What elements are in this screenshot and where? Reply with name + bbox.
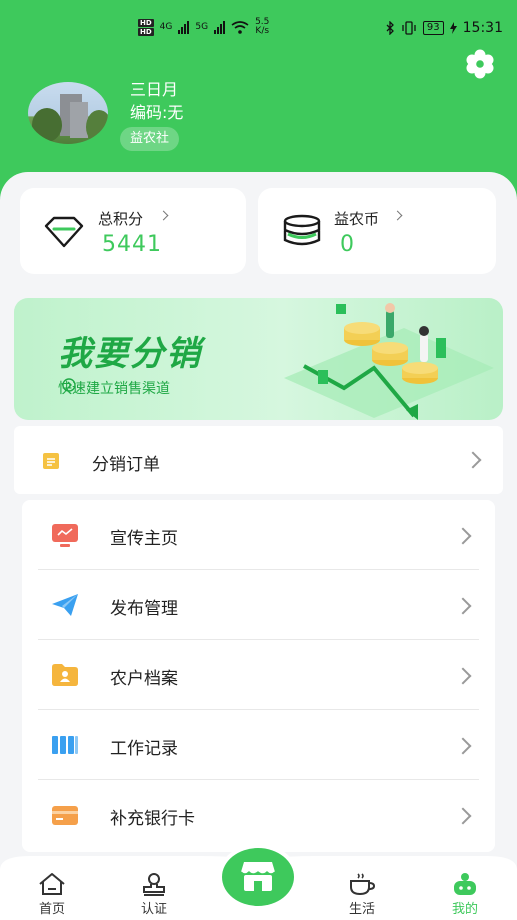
user-name: 三日月 — [130, 80, 179, 99]
menu-item-work-records[interactable]: 工作记录 — [22, 710, 495, 780]
store-icon — [240, 862, 276, 891]
coins-label: 益农币 — [334, 210, 380, 228]
hd-badge: HD — [138, 18, 154, 27]
distribution-orders-row[interactable]: 分销订单 — [14, 426, 503, 494]
menu-item-label: 发布管理 — [110, 599, 178, 619]
user-code: 编码:无 — [130, 103, 184, 122]
paper-plane-icon — [52, 594, 78, 616]
tab-home[interactable]: 首页 — [22, 872, 82, 920]
charging-icon — [449, 22, 457, 34]
status-bar: HD HD 4G 5G 5.5 K/s 93 15:31 — [0, 18, 517, 44]
coins-card[interactable]: 益农币 0 — [258, 188, 496, 274]
robot-face-icon — [454, 873, 476, 895]
menu-item-label: 补充银行卡 — [110, 809, 195, 829]
bank-card-icon — [52, 806, 78, 825]
chevron-right-icon — [454, 667, 472, 685]
chevron-right-icon — [464, 451, 482, 469]
orders-label: 分销订单 — [92, 455, 160, 475]
diamond-icon — [44, 216, 84, 248]
chevron-right-icon — [454, 737, 472, 755]
stamp-icon — [143, 873, 165, 896]
menu-item-farmer-archives[interactable]: 农户档案 — [22, 640, 495, 710]
banner-subtitle: 快速建立销售渠道 — [58, 378, 170, 398]
coins-value: 0 — [340, 232, 355, 257]
tab-mine[interactable]: 我的 — [435, 872, 495, 920]
chevron-right-icon — [454, 527, 472, 545]
tab-certify[interactable]: 认证 — [124, 872, 184, 920]
chevron-right-icon — [454, 597, 472, 615]
signal-icon — [214, 20, 226, 34]
network-type: 4G — [159, 22, 173, 32]
menu-item-label: 宣传主页 — [110, 529, 178, 549]
chevron-right-icon — [454, 807, 472, 825]
points-label: 总积分 — [98, 210, 144, 228]
settings-gear-icon[interactable] — [464, 48, 496, 80]
wifi-icon — [231, 20, 249, 34]
user-tag-badge: 益农社 — [120, 127, 180, 151]
avatar[interactable] — [28, 82, 108, 144]
coin-stack-icon — [283, 214, 321, 246]
banner-title: 我要分销 — [58, 334, 202, 374]
menu-item-add-bank-card[interactable]: 补充银行卡 — [22, 780, 495, 850]
menu-item-label: 工作记录 — [110, 739, 178, 759]
coins-chevron-icon — [392, 210, 403, 221]
center-shop-button[interactable] — [222, 848, 294, 906]
distribution-banner[interactable]: 我要分销 快速建立销售渠道 — [14, 298, 503, 420]
network-type: 5G — [195, 22, 209, 32]
tab-label: 生活 — [348, 902, 375, 917]
signal-icon — [178, 20, 190, 34]
vibrate-icon — [402, 21, 416, 35]
hd-badge: HD — [138, 27, 154, 36]
bluetooth-icon — [386, 21, 394, 35]
order-icon — [43, 453, 59, 469]
menu-item-promotion-homepage[interactable]: 宣传主页 — [22, 500, 495, 570]
books-icon — [52, 736, 78, 754]
arrow-circle-right-icon — [62, 378, 76, 392]
network-indicators: HD HD 4G 5G 5.5 K/s — [138, 18, 269, 36]
points-chevron-icon — [158, 210, 169, 221]
function-menu: 宣传主页 发布管理 农户档案 工作记录 补充银行卡 — [22, 500, 495, 852]
menu-item-label: 农户档案 — [110, 669, 178, 689]
folder-user-icon — [52, 664, 78, 686]
clock: 15:31 — [462, 20, 503, 36]
tab-label: 认证 — [140, 902, 167, 917]
points-value: 5441 — [102, 232, 162, 257]
home-icon — [39, 873, 65, 895]
tab-label: 我的 — [451, 902, 478, 917]
tab-life[interactable]: 生活 — [332, 872, 392, 920]
monitor-icon — [52, 524, 78, 547]
coffee-cup-icon — [350, 873, 376, 896]
network-speed: 5.5 K/s — [255, 17, 270, 36]
points-card[interactable]: 总积分 5441 — [20, 188, 246, 274]
tab-label: 首页 — [38, 902, 65, 917]
system-indicators: 93 15:31 — [385, 20, 503, 36]
menu-item-publish-management[interactable]: 发布管理 — [22, 570, 495, 640]
battery-icon: 93 — [422, 21, 444, 35]
